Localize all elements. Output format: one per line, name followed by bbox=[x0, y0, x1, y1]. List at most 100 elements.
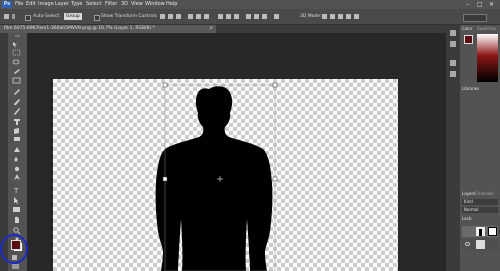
document-canvas[interactable] bbox=[53, 79, 398, 271]
menu-file[interactable]: File bbox=[15, 1, 23, 8]
brush-tool-icon bbox=[14, 108, 20, 115]
workspace-switcher[interactable] bbox=[463, 14, 487, 22]
distribute-right-icon[interactable] bbox=[262, 14, 267, 19]
align-right-icon[interactable] bbox=[204, 14, 209, 19]
layer-thumbnail bbox=[476, 227, 485, 236]
auto-select-dropdown[interactable]: Group bbox=[64, 13, 82, 20]
kind-filter-label: Kind bbox=[464, 199, 473, 204]
hand-tool-icon bbox=[15, 216, 19, 223]
menu-view[interactable]: View bbox=[131, 1, 143, 8]
pen-tool-icon bbox=[14, 174, 20, 180]
distribute-top-icon[interactable] bbox=[218, 14, 223, 19]
tab-layers[interactable]: Layers bbox=[462, 191, 475, 197]
align-left-icon[interactable] bbox=[188, 14, 193, 19]
menu-filter[interactable]: Filter bbox=[105, 1, 117, 8]
document-tab-bar: film 6075-6967lsm1-360ah5MVV9.png @ 16.7… bbox=[0, 25, 446, 33]
history-panel-icon[interactable] bbox=[450, 30, 456, 36]
panel-foreground-swatch[interactable] bbox=[464, 35, 473, 44]
color-picker-field[interactable] bbox=[477, 34, 498, 82]
menu-window[interactable]: Window bbox=[145, 1, 165, 8]
close-window-button[interactable]: ✕ bbox=[489, 1, 494, 8]
menu-bar: Ps File Edit Image Layer Type Select Fil… bbox=[0, 0, 500, 9]
menu-help[interactable]: Help bbox=[166, 1, 177, 8]
move-tool-icon bbox=[13, 42, 17, 47]
minimize-button[interactable]: – bbox=[466, 1, 469, 8]
move-tool-preset-icon[interactable] bbox=[4, 14, 9, 19]
align-top-icon[interactable] bbox=[160, 14, 165, 19]
layer-filter-row[interactable]: Kind bbox=[462, 199, 498, 205]
layers-panel: Layers Channels Kind Normal Lock: bbox=[460, 190, 500, 271]
transform-handle-mr bbox=[272, 176, 278, 182]
align-vcenter-icon[interactable] bbox=[168, 14, 173, 19]
person-silhouette bbox=[155, 82, 278, 271]
distribute-hcenter-icon[interactable] bbox=[254, 14, 259, 19]
3d-rotate-icon[interactable] bbox=[322, 14, 327, 19]
background-layer-thumbnail bbox=[476, 240, 485, 249]
3d-slide-icon[interactable] bbox=[346, 14, 351, 19]
visibility-eye-icon[interactable] bbox=[465, 242, 470, 246]
layer-row[interactable] bbox=[462, 239, 498, 250]
menu-select[interactable]: Select bbox=[86, 1, 101, 8]
auto-select-checkbox[interactable] bbox=[25, 15, 31, 21]
close-tab-button[interactable]: × bbox=[209, 25, 213, 33]
photoshop-logo-icon: Ps bbox=[2, 1, 12, 8]
3d-drag-icon[interactable] bbox=[338, 14, 343, 19]
screen-mode-icon[interactable] bbox=[12, 264, 19, 269]
adjustments-panel-icon[interactable] bbox=[450, 60, 456, 66]
annotation-circle bbox=[0, 234, 28, 264]
layer-mask-thumbnail[interactable] bbox=[488, 227, 497, 236]
tab-color[interactable]: Color bbox=[462, 26, 472, 32]
align-hcenter-icon[interactable] bbox=[196, 14, 201, 19]
path-selection-tool-icon bbox=[14, 197, 18, 204]
transform-handle-ml bbox=[162, 176, 168, 182]
show-transform-checkbox[interactable] bbox=[94, 15, 100, 21]
zoom-tool-icon bbox=[13, 227, 19, 233]
rectangle-tool-icon bbox=[13, 207, 20, 212]
document-tab[interactable]: film 6075-6967lsm1-360ah5MVV9.png @ 16.7… bbox=[0, 25, 216, 33]
panel-icon-strip bbox=[446, 25, 460, 271]
distribute-left-icon[interactable] bbox=[246, 14, 251, 19]
quick-selection-tool-icon bbox=[14, 69, 20, 74]
blend-mode-dropdown[interactable]: Normal bbox=[462, 207, 498, 213]
blend-mode-value: Normal bbox=[464, 207, 479, 212]
menu-3d[interactable]: 3D bbox=[121, 1, 128, 8]
eyedropper-tool-icon bbox=[14, 89, 20, 95]
history-brush-tool-icon bbox=[14, 128, 19, 134]
chevron-down-icon[interactable] bbox=[12, 14, 15, 19]
libraries-panel: Libraries bbox=[460, 85, 500, 190]
color-panel: Color Swatches bbox=[460, 25, 500, 85]
menu-image[interactable]: Image bbox=[38, 1, 54, 8]
tab-channels[interactable]: Channels bbox=[475, 191, 494, 197]
tab-swatches[interactable]: Swatches bbox=[477, 26, 496, 32]
tab-libraries[interactable]: Libraries bbox=[462, 86, 479, 92]
3d-mode-label: 3D Mode: bbox=[300, 14, 322, 19]
distribute-bottom-icon[interactable] bbox=[234, 14, 239, 19]
auto-select-label: Auto-Select: bbox=[33, 14, 61, 19]
document-tab-title: film 6075-6967lsm1-360ah5MVV9.png @ 16.7… bbox=[4, 26, 155, 31]
crop-tool-icon bbox=[12, 77, 21, 84]
align-bottom-icon[interactable] bbox=[176, 14, 181, 19]
layer-thumbnail-silhouette bbox=[479, 229, 482, 236]
menu-type[interactable]: Type bbox=[71, 1, 82, 8]
show-transform-label: Show Transform Controls bbox=[101, 14, 157, 19]
menu-layer[interactable]: Layer bbox=[55, 1, 69, 8]
clone-stamp-tool-icon bbox=[14, 119, 20, 125]
auto-align-icon[interactable] bbox=[274, 14, 279, 19]
options-bar: Auto-Select: Group Show Transform Contro… bbox=[0, 9, 500, 25]
3d-scale-icon[interactable] bbox=[354, 14, 359, 19]
3d-roll-icon[interactable] bbox=[330, 14, 335, 19]
marquee-tool-icon bbox=[12, 49, 21, 56]
paint-bucket-tool-icon bbox=[14, 147, 20, 152]
blur-tool-icon bbox=[14, 157, 18, 162]
dodge-tool-icon bbox=[14, 166, 20, 172]
menu-edit[interactable]: Edit bbox=[26, 1, 36, 8]
properties-panel-icon[interactable] bbox=[450, 41, 456, 47]
layer-row-selected[interactable] bbox=[462, 226, 498, 237]
lock-label: Lock: bbox=[462, 216, 473, 221]
styles-panel-icon[interactable] bbox=[450, 71, 456, 77]
eraser-tool-icon bbox=[14, 137, 20, 141]
distribute-vcenter-icon[interactable] bbox=[226, 14, 231, 19]
healing-brush-tool-icon bbox=[14, 99, 20, 105]
maximize-button[interactable]: □ bbox=[477, 1, 483, 8]
transform-handle-tr bbox=[272, 82, 278, 88]
